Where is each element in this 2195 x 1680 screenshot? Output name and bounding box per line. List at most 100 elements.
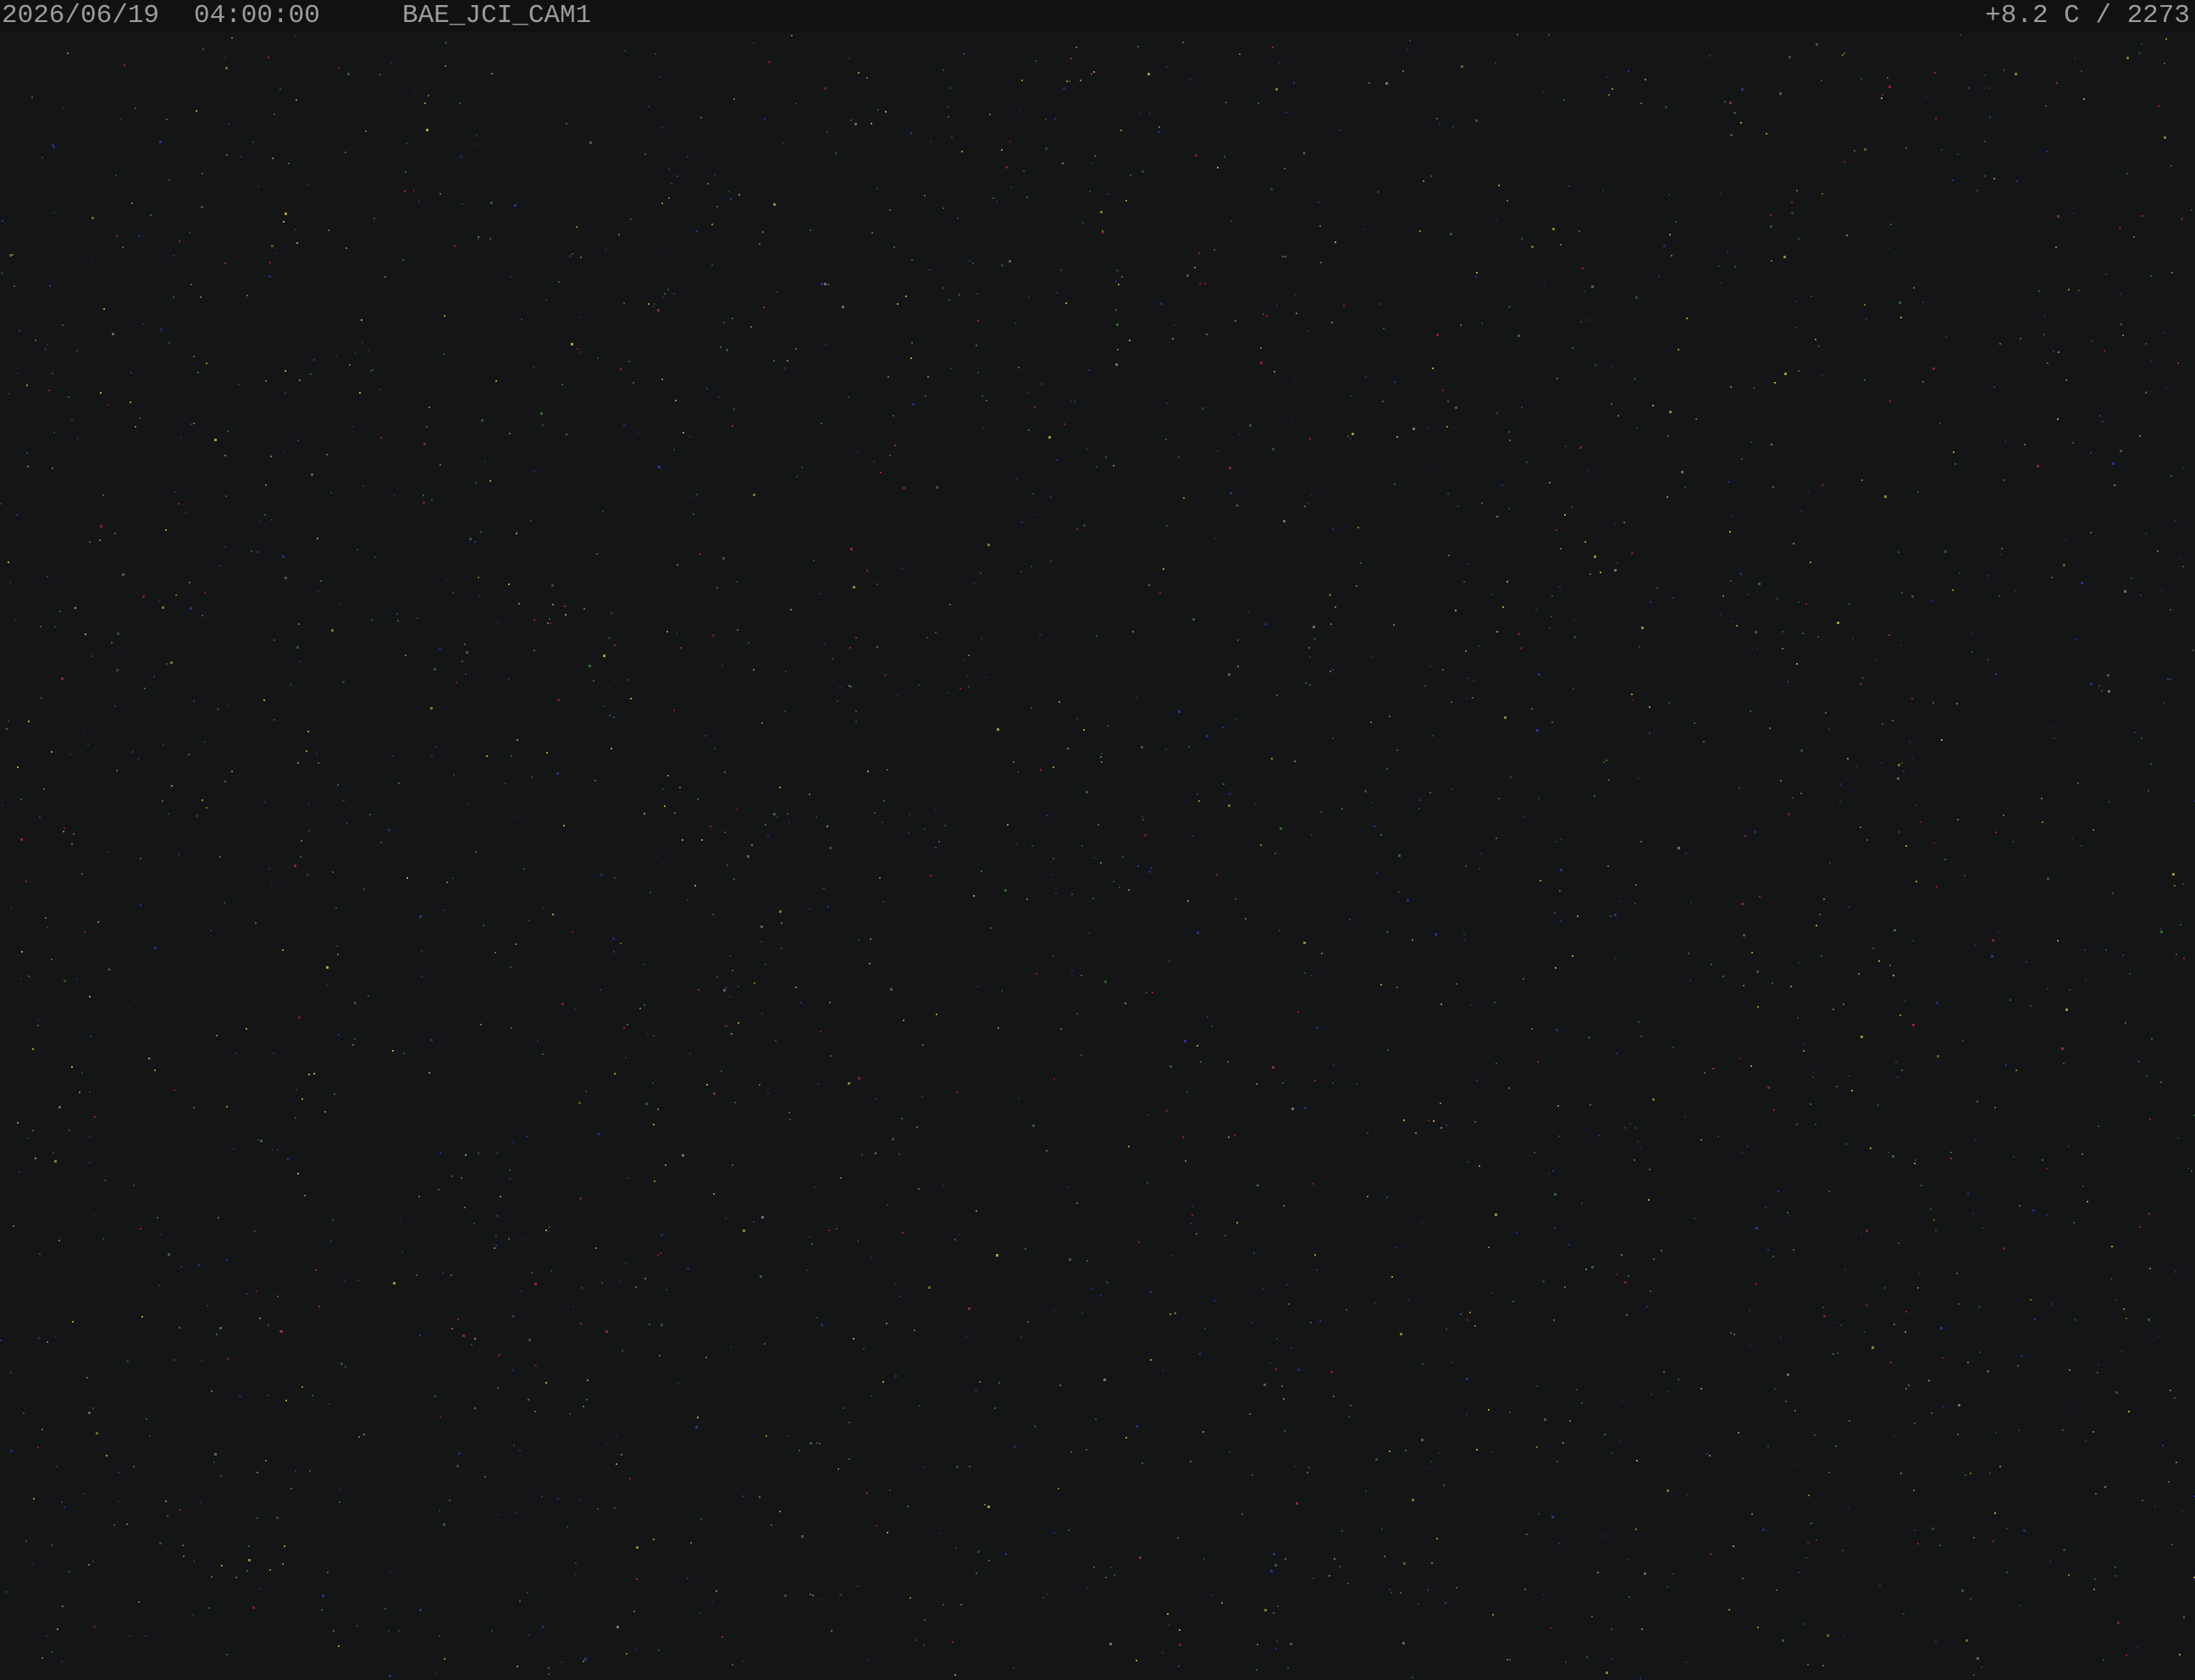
noise-speckle: [390, 62, 392, 64]
noise-speckle: [1294, 760, 1296, 762]
noise-speckle: [1461, 65, 1463, 68]
noise-speckle: [1650, 1394, 1652, 1395]
noise-speckle: [1293, 381, 1295, 383]
noise-speckle: [1372, 802, 1374, 804]
noise-speckle: [566, 434, 567, 435]
noise-speckle: [1753, 387, 1755, 389]
noise-speckle: [848, 1082, 850, 1085]
noise-speckle: [1332, 738, 1334, 739]
noise-speckle: [1635, 884, 1637, 886]
noise-speckle: [618, 234, 620, 235]
noise-speckle: [1285, 1558, 1286, 1560]
noise-speckle: [1612, 1452, 1613, 1454]
noise-speckle: [919, 1405, 921, 1406]
noise-speckle: [1144, 834, 1147, 837]
noise-speckle: [1374, 1302, 1376, 1304]
noise-speckle: [419, 915, 422, 918]
noise-speckle: [1013, 761, 1015, 763]
noise-speckle: [889, 209, 891, 211]
noise-speckle: [1117, 349, 1119, 351]
noise-speckle: [122, 573, 124, 576]
noise-speckle: [1536, 1446, 1538, 1448]
noise-speckle: [1149, 113, 1151, 114]
noise-speckle: [2078, 290, 2080, 291]
noise-speckle: [1248, 611, 1250, 613]
noise-speckle: [1837, 1322, 1838, 1324]
noise-speckle: [959, 688, 961, 689]
noise-speckle: [63, 831, 64, 832]
noise-speckle: [1021, 522, 1023, 523]
noise-speckle: [1538, 798, 1540, 799]
noise-speckle: [1430, 1461, 1432, 1462]
noise-speckle: [269, 262, 271, 263]
noise-speckle: [268, 1324, 269, 1326]
noise-speckle: [2030, 1005, 2032, 1007]
noise-speckle: [51, 751, 53, 753]
noise-speckle: [138, 235, 141, 237]
noise-speckle: [295, 1117, 296, 1119]
noise-speckle: [1709, 1455, 1711, 1456]
noise-speckle: [466, 651, 468, 654]
noise-speckle: [2108, 690, 2110, 693]
noise-speckle: [759, 1084, 760, 1086]
noise-speckle: [259, 521, 261, 522]
noise-speckle: [2170, 609, 2171, 611]
noise-speckle: [621, 1454, 622, 1456]
noise-speckle: [357, 1279, 359, 1281]
noise-speckle: [976, 1210, 977, 1212]
noise-speckle: [1709, 55, 1711, 57]
noise-speckle: [465, 673, 467, 675]
noise-speckle: [1810, 561, 1811, 563]
noise-speckle: [1475, 276, 1477, 278]
noise-speckle: [923, 1644, 925, 1646]
noise-speckle: [530, 520, 532, 522]
noise-speckle: [1450, 233, 1452, 235]
noise-speckle: [185, 512, 186, 514]
noise-speckle: [1186, 274, 1189, 277]
noise-speckle: [1800, 511, 1802, 512]
noise-speckle: [1053, 955, 1054, 957]
noise-speckle: [2191, 209, 2192, 211]
noise-speckle: [1712, 1068, 1714, 1069]
noise-speckle: [2160, 1081, 2162, 1083]
overlay-time: 04:00:00: [194, 1, 320, 30]
noise-speckle: [254, 1230, 256, 1232]
noise-speckle: [509, 1169, 511, 1171]
noise-speckle: [1892, 1155, 1894, 1158]
noise-speckle: [2068, 289, 2070, 290]
noise-speckle: [1673, 597, 1674, 599]
noise-speckle: [282, 555, 285, 558]
noise-speckle: [911, 342, 913, 344]
noise-speckle: [842, 306, 844, 308]
noise-speckle: [1703, 741, 1705, 743]
noise-speckle: [1720, 282, 1722, 284]
noise-speckle: [1823, 1315, 1826, 1318]
noise-speckle: [87, 743, 89, 745]
noise-speckle: [1793, 1249, 1794, 1251]
noise-speckle: [421, 975, 423, 977]
noise-speckle: [1911, 757, 1913, 759]
noise-speckle: [1606, 760, 1607, 761]
noise-speckle: [1650, 1290, 1651, 1292]
noise-speckle: [712, 914, 714, 915]
noise-speckle: [1559, 890, 1561, 892]
noise-speckle: [1669, 411, 1672, 413]
noise-speckle: [861, 1154, 863, 1156]
noise-speckle: [1989, 1473, 1991, 1474]
noise-speckle: [2074, 58, 2076, 59]
noise-speckle: [1577, 915, 1579, 917]
noise-speckle: [474, 1407, 476, 1409]
noise-speckle: [795, 986, 797, 988]
noise-speckle: [141, 1316, 143, 1318]
noise-speckle: [1944, 859, 1946, 860]
noise-speckle: [1815, 1124, 1816, 1125]
noise-speckle: [180, 1266, 182, 1268]
noise-speckle: [773, 203, 776, 206]
noise-speckle: [1518, 334, 1520, 337]
noise-speckle: [576, 226, 578, 228]
noise-speckle: [1273, 1553, 1275, 1556]
noise-speckle: [977, 986, 979, 987]
noise-speckle: [1249, 424, 1252, 427]
noise-speckle: [1081, 845, 1083, 847]
noise-speckle: [2065, 1009, 2068, 1011]
